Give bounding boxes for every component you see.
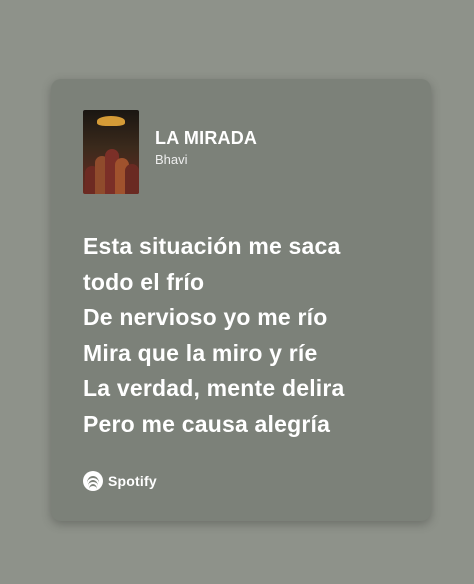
song-title: LA MIRADA	[155, 127, 258, 148]
lyric-line: Pero me causa alegría	[83, 410, 331, 437]
spotify-arc	[89, 484, 97, 489]
spotify-wordmark: Spotify	[108, 473, 157, 489]
spotify-logo-icon	[83, 471, 103, 491]
song-header: LA MIRADA Bhavi	[83, 110, 257, 194]
lyrics-block: Esta situación me saca todo el frío De n…	[83, 229, 413, 442]
album-cover	[83, 110, 139, 194]
lyric-line: De nervioso yo me río	[83, 304, 328, 330]
cover-figure	[125, 164, 139, 194]
song-meta: LA MIRADA Bhavi	[155, 128, 257, 167]
lyric-line: Esta situación me saca	[83, 233, 341, 259]
artist-name: Bhavi	[155, 151, 188, 167]
lyrics-card[interactable]: LA MIRADA Bhavi Esta situación me saca t…	[51, 79, 431, 521]
album-title-art	[97, 116, 125, 126]
lyric-line: todo el frío	[83, 268, 205, 295]
lyric-line: Mira que la miro y ríe	[83, 339, 318, 366]
lyric-line: La verdad, mente delira	[83, 375, 345, 401]
spotify-branding: Spotify	[83, 471, 157, 491]
